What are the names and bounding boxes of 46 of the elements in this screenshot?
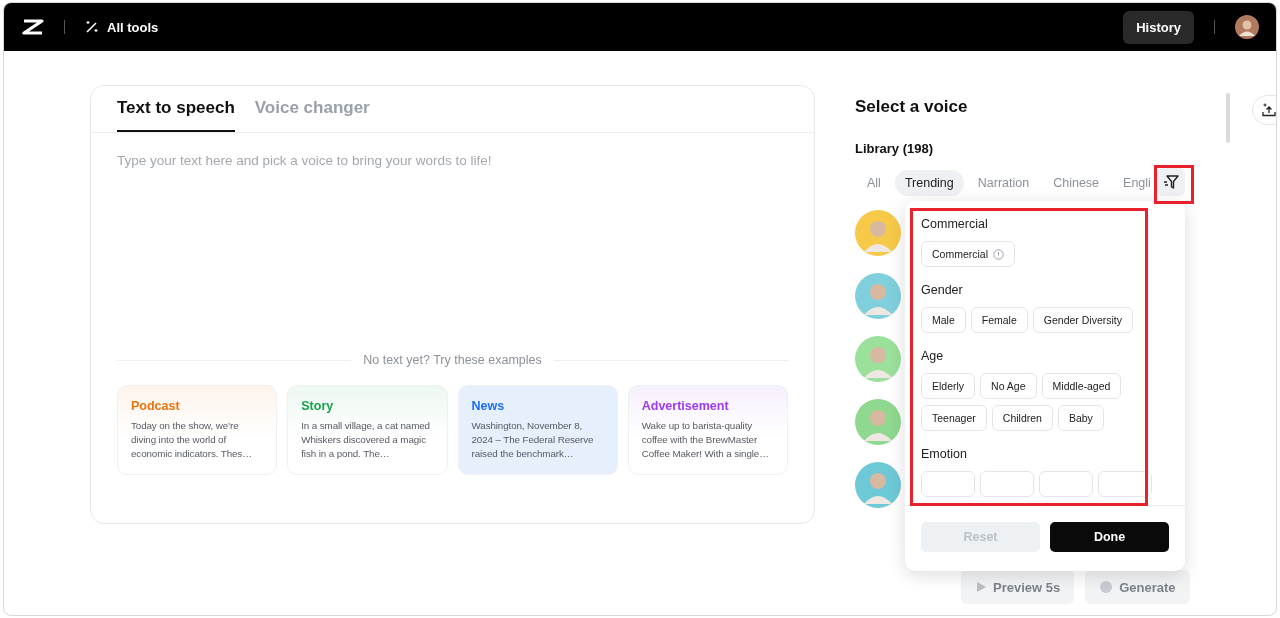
- preview-button[interactable]: Preview 5s: [961, 570, 1075, 604]
- done-button[interactable]: Done: [1050, 522, 1169, 552]
- filter-chip[interactable]: Children: [991, 405, 1053, 431]
- filter-chip[interactable]: Elderly: [921, 373, 976, 399]
- example-text: In a small village, a cat named Whiskers discovered a magic fish in a pond. The…: [301, 419, 431, 461]
- example-text: Washington, November 8, 2024 – The Federal Reserve raised the benchmark…: [471, 419, 595, 461]
- filter-chip[interactable]: Teenager: [921, 405, 987, 431]
- example-title: News: [471, 399, 506, 413]
- all-tools-button[interactable]: All tools: [85, 19, 159, 35]
- editor-tab[interactable]: Text to speech: [117, 86, 235, 132]
- filter-section-title: Commercial: [921, 217, 989, 231]
- info-icon: [993, 248, 1004, 260]
- circle-icon: [1099, 580, 1114, 594]
- category-tab[interactable]: Trending: [894, 170, 964, 196]
- example-card[interactable]: Podcast Today on the show, we’re diving into the world of economic indicators. Thes…: [117, 385, 278, 475]
- example-text: Wake up to barista-quality coffee with the BrewMaster Coffee Maker! With a single…: [641, 419, 770, 461]
- example-text: Today on the show, we’re diving into the world of economic indicators. Thes…: [131, 419, 253, 461]
- filter-chip[interactable]: Gender Diversity: [1032, 307, 1133, 333]
- filter-section-title: Gender: [921, 283, 964, 297]
- example-card[interactable]: Advertisement Wake up to barista-quality coffee with the BrewMaster Coffee Maker! With a single…: [627, 385, 788, 475]
- magic-wand-icon: [85, 20, 99, 34]
- example-card[interactable]: Story In a small village, a cat named Whiskers discovered a magic fish in a pond. The…: [287, 385, 448, 475]
- filter-chip[interactable]: [1098, 471, 1152, 497]
- example-title: Story: [301, 399, 335, 413]
- play-icon: [975, 581, 987, 593]
- filter-chip[interactable]: Commercial: [921, 241, 1015, 267]
- filter-section-title: Emotion: [921, 447, 968, 461]
- filter-chip[interactable]: Middle-aged: [1041, 373, 1122, 399]
- highlight-frame: [1154, 165, 1194, 204]
- history-button[interactable]: History: [1123, 10, 1194, 44]
- filter-icon: [1163, 174, 1179, 190]
- filter-chip[interactable]: Female: [970, 307, 1028, 333]
- filter-chip[interactable]: No Age: [980, 373, 1037, 399]
- example-card[interactable]: News Washington, November 8, 2024 – The Federal Reserve raised the benchmark…: [457, 385, 618, 475]
- filter-chip[interactable]: Male: [921, 307, 966, 333]
- examples-hint: No text yet? Try these examples: [363, 353, 542, 367]
- library-count: Library (198): [855, 141, 935, 156]
- filter-section-title: Age: [921, 349, 945, 363]
- panel-title: Select a voice: [855, 97, 969, 117]
- example-title: Advertisement: [641, 399, 730, 413]
- filter-chip[interactable]: Baby: [1057, 405, 1104, 431]
- logo-icon[interactable]: [22, 19, 44, 35]
- upload-sparkle-icon: [1262, 103, 1276, 117]
- example-title: Podcast: [131, 399, 181, 413]
- avatar[interactable]: [1235, 15, 1259, 39]
- filter-button[interactable]: [1157, 168, 1185, 196]
